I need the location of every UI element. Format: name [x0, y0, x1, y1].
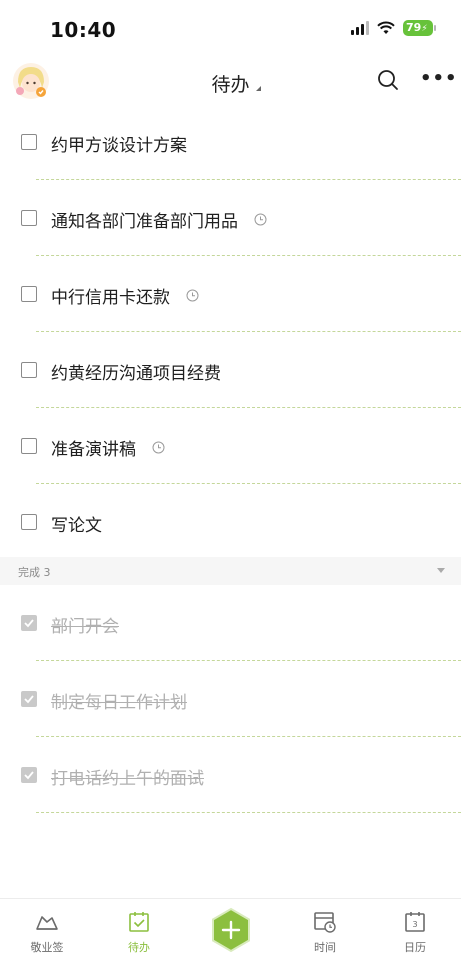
task-checkbox[interactable]: [21, 286, 37, 302]
task-row[interactable]: 准备演讲稿: [0, 408, 461, 484]
task-row[interactable]: 约甲方谈设计方案: [0, 104, 461, 180]
battery-level: 79: [406, 21, 422, 34]
tab-calendar[interactable]: 3 日历: [380, 909, 450, 955]
task-checkbox[interactable]: [21, 362, 37, 378]
tab-label: 待办: [128, 941, 150, 954]
tab-label: 时间: [314, 941, 336, 954]
tab-time[interactable]: 时间: [290, 909, 360, 955]
status-icons: 79⚡: [351, 20, 436, 36]
reminder-clock-icon: [186, 289, 199, 302]
task-row[interactable]: 通知各部门准备部门用品: [0, 180, 461, 256]
task-content: 通知各部门准备部门用品: [51, 207, 267, 232]
checkmark-icon: [24, 695, 34, 704]
done-task-row[interactable]: 制定每日工作计划: [0, 661, 461, 737]
task-checkbox-checked[interactable]: [21, 615, 37, 631]
task-content: 准备演讲稿: [51, 435, 165, 460]
signal-icon: [351, 21, 369, 35]
done-section-header[interactable]: 完成 3: [0, 557, 461, 585]
task-title: 约甲方谈设计方案: [51, 136, 187, 156]
calendar-icon: 3: [405, 912, 425, 932]
charging-icon: ⚡: [421, 24, 428, 34]
calendar-day: 3: [412, 920, 417, 929]
done-task-title: 制定每日工作计划: [51, 693, 187, 713]
header: 待办 •••: [0, 56, 461, 108]
task-row[interactable]: 写论文: [0, 484, 461, 560]
done-section-label: 完成 3: [18, 566, 51, 579]
time-icon: [314, 912, 336, 933]
task-row[interactable]: 中行信用卡还款: [0, 256, 461, 332]
task-title: 写论文: [51, 516, 102, 536]
status-time: 10:40: [50, 18, 117, 42]
task-content: 约甲方谈设计方案: [51, 131, 187, 156]
checkmark-icon: [24, 771, 34, 780]
checkmark-icon: [24, 619, 34, 628]
task-title: 通知各部门准备部门用品: [51, 212, 238, 232]
reminder-clock-icon: [152, 441, 165, 454]
task-checkbox-checked[interactable]: [21, 691, 37, 707]
task-checkbox[interactable]: [21, 514, 37, 530]
task-list: 约甲方谈设计方案 通知各部门准备部门用品 中行信用卡还款 约黄经历沟通项目经费 …: [0, 104, 461, 560]
done-task-title: 打电话约上午的面试: [51, 769, 204, 789]
task-checkbox-checked[interactable]: [21, 767, 37, 783]
bottom-tab-bar: 敬业签 待办 时间 3 日历: [0, 898, 461, 976]
tab-todo[interactable]: 待办: [104, 909, 174, 955]
more-icon[interactable]: •••: [420, 68, 457, 92]
task-row[interactable]: 约黄经历沟通项目经费: [0, 332, 461, 408]
task-content: 写论文: [51, 511, 102, 536]
task-title: 准备演讲稿: [51, 440, 136, 460]
done-task-title: 部门开会: [51, 617, 119, 637]
tab-label: 日历: [404, 941, 426, 954]
task-content: 中行信用卡还款: [51, 283, 199, 308]
task-checkbox[interactable]: [21, 134, 37, 150]
task-checkbox[interactable]: [21, 210, 37, 226]
wifi-icon: [377, 21, 395, 34]
title-dropdown-icon[interactable]: [256, 86, 261, 91]
battery-icon: 79⚡: [403, 20, 436, 36]
note-icon: [36, 916, 58, 930]
task-title: 约黄经历沟通项目经费: [51, 364, 221, 384]
done-task-list: 部门开会 制定每日工作计划 打电话约上午的面试: [0, 585, 461, 813]
task-title: 中行信用卡还款: [51, 288, 170, 308]
done-task-row[interactable]: 部门开会: [0, 585, 461, 661]
tab-notes[interactable]: 敬业签: [12, 909, 82, 955]
add-button[interactable]: [208, 907, 254, 953]
done-task-row[interactable]: 打电话约上午的面试: [0, 737, 461, 813]
status-bar: 10:40 79⚡: [0, 0, 461, 56]
reminder-clock-icon: [254, 213, 267, 226]
collapse-caret-icon[interactable]: [437, 568, 445, 573]
task-content: 约黄经历沟通项目经费: [51, 359, 221, 384]
search-icon[interactable]: [376, 68, 400, 92]
todo-icon: [129, 912, 149, 932]
task-checkbox[interactable]: [21, 438, 37, 454]
tab-label: 敬业签: [30, 941, 64, 954]
